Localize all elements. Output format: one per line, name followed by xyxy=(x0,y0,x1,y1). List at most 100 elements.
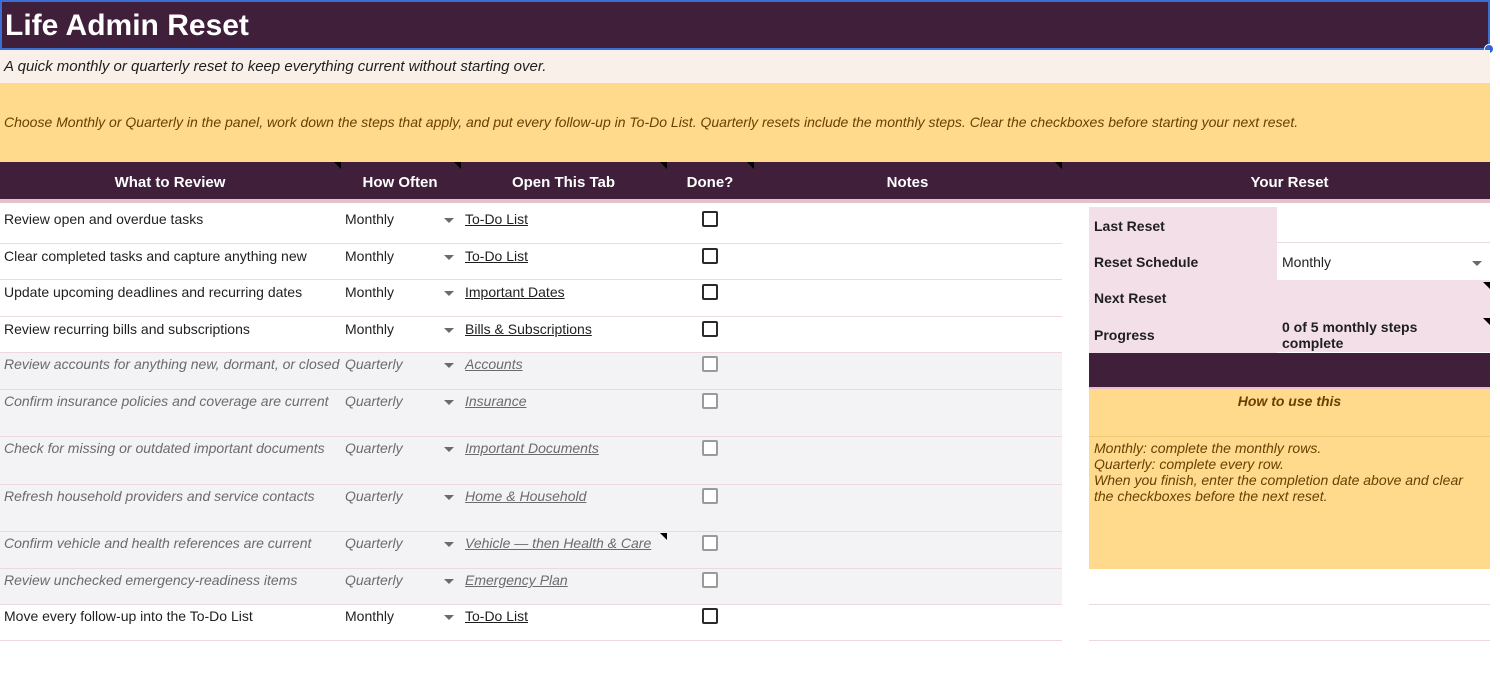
tab-link[interactable]: To-Do List xyxy=(465,248,528,264)
howto-title: How to use this xyxy=(1237,393,1342,409)
dropdown-arrow-icon[interactable] xyxy=(444,579,454,584)
empty-cell[interactable] xyxy=(1089,569,1490,605)
howto-line: When you finish, enter the completion da… xyxy=(1094,472,1463,504)
header-open-this-tab: Open This Tab xyxy=(511,174,616,191)
task-cell[interactable]: Clear completed tasks and capture anythi… xyxy=(4,248,340,264)
done-checkbox[interactable] xyxy=(702,211,718,227)
task-cell[interactable]: Move every follow-up into the To-Do List xyxy=(4,608,340,624)
frequency-dropdown[interactable]: Monthly xyxy=(345,321,394,337)
note-indicator-icon[interactable] xyxy=(1055,162,1062,169)
instructions-text: Choose Monthly or Quarterly in the panel… xyxy=(4,114,1299,130)
frequency-dropdown[interactable]: Monthly xyxy=(345,211,394,227)
header-what-to-review: What to Review xyxy=(114,174,226,191)
reset-schedule-value[interactable]: Monthly xyxy=(1282,254,1331,270)
tab-link[interactable]: Important Documents xyxy=(465,440,599,456)
note-indicator-icon[interactable] xyxy=(660,533,667,540)
done-checkbox[interactable] xyxy=(702,488,718,504)
task-cell[interactable]: Confirm vehicle and health references ar… xyxy=(4,535,340,551)
tab-link[interactable]: To-Do List xyxy=(465,608,528,624)
header-done: Done? xyxy=(686,174,734,191)
done-checkbox[interactable] xyxy=(702,321,718,337)
done-checkbox[interactable] xyxy=(702,535,718,551)
frequency-dropdown[interactable]: Quarterly xyxy=(345,393,403,409)
table-row: Review recurring bills and subscriptions… xyxy=(0,317,1062,353)
frequency-dropdown[interactable]: Quarterly xyxy=(345,440,403,456)
table-row: Move every follow-up into the To-Do List… xyxy=(0,605,1062,641)
table-header-row: What to Review How Often Open This Tab D… xyxy=(0,162,1490,203)
tab-link[interactable]: To-Do List xyxy=(465,211,528,227)
done-checkbox[interactable] xyxy=(702,393,718,409)
page-subtitle: A quick monthly or quarterly reset to ke… xyxy=(4,58,547,75)
dropdown-arrow-icon[interactable] xyxy=(444,542,454,547)
last-reset-label: Last Reset xyxy=(1094,218,1165,234)
dropdown-arrow-icon[interactable] xyxy=(1472,261,1482,266)
done-checkbox[interactable] xyxy=(702,440,718,456)
dropdown-arrow-icon[interactable] xyxy=(444,328,454,333)
title-cell[interactable]: Life Admin Reset xyxy=(0,0,1490,50)
task-cell[interactable]: Review unchecked emergency-readiness ite… xyxy=(4,572,340,588)
dropdown-arrow-icon[interactable] xyxy=(444,291,454,296)
howto-line: Quarterly: complete every row. xyxy=(1094,456,1284,472)
tab-link[interactable]: Accounts xyxy=(465,356,523,372)
task-cell[interactable]: Confirm insurance policies and coverage … xyxy=(4,393,340,409)
done-checkbox[interactable] xyxy=(702,248,718,264)
frequency-dropdown[interactable]: Monthly xyxy=(345,608,394,624)
done-checkbox[interactable] xyxy=(702,284,718,300)
tab-link[interactable]: Vehicle — then Health & Care xyxy=(465,535,651,551)
table-row: Refresh household providers and service … xyxy=(0,485,1062,532)
table-row: Review unchecked emergency-readiness ite… xyxy=(0,569,1062,605)
tab-link[interactable]: Home & Household xyxy=(465,488,586,504)
next-reset-label: Next Reset xyxy=(1094,290,1167,306)
tab-link[interactable]: Emergency Plan xyxy=(465,572,568,588)
page-title: Life Admin Reset xyxy=(5,9,249,42)
table-row: Review open and overdue tasks Monthly To… xyxy=(0,207,1062,244)
empty-cell[interactable] xyxy=(1089,605,1490,641)
subtitle-cell[interactable]: A quick monthly or quarterly reset to ke… xyxy=(0,50,1490,83)
note-indicator-icon[interactable] xyxy=(334,162,341,169)
table-row: Clear completed tasks and capture anythi… xyxy=(0,244,1062,280)
task-cell[interactable]: Review recurring bills and subscriptions xyxy=(4,321,340,337)
frequency-dropdown[interactable]: Monthly xyxy=(345,284,394,300)
divider xyxy=(1089,436,1490,437)
dropdown-arrow-icon[interactable] xyxy=(444,400,454,405)
header-your-reset: Your Reset xyxy=(1250,174,1329,191)
tab-link[interactable]: Important Dates xyxy=(465,284,565,300)
note-indicator-icon[interactable] xyxy=(747,162,754,169)
task-cell[interactable]: Update upcoming deadlines and recurring … xyxy=(4,284,340,300)
note-indicator-icon[interactable] xyxy=(660,162,667,169)
next-reset-cell[interactable] xyxy=(1277,280,1490,316)
dropdown-arrow-icon[interactable] xyxy=(444,495,454,500)
dropdown-arrow-icon[interactable] xyxy=(444,218,454,223)
task-cell[interactable]: Check for missing or outdated important … xyxy=(4,440,340,456)
tab-link[interactable]: Insurance xyxy=(465,393,526,409)
last-reset-input[interactable] xyxy=(1277,207,1490,243)
reset-schedule-label: Reset Schedule xyxy=(1094,254,1199,270)
tab-link[interactable]: Bills & Subscriptions xyxy=(465,321,592,337)
dropdown-arrow-icon[interactable] xyxy=(444,255,454,260)
frequency-dropdown[interactable]: Quarterly xyxy=(345,572,403,588)
done-checkbox[interactable] xyxy=(702,572,718,588)
frequency-dropdown[interactable]: Quarterly xyxy=(345,488,403,504)
table-row: Review accounts for anything new, dorman… xyxy=(0,353,1062,390)
instructions-cell[interactable]: Choose Monthly or Quarterly in the panel… xyxy=(0,83,1490,162)
progress-label: Progress xyxy=(1094,327,1155,343)
dropdown-arrow-icon[interactable] xyxy=(444,363,454,368)
frequency-dropdown[interactable]: Monthly xyxy=(345,248,394,264)
task-cell[interactable]: Review open and overdue tasks xyxy=(4,211,340,227)
header-notes: Notes xyxy=(886,174,929,191)
table-row: Update upcoming deadlines and recurring … xyxy=(0,280,1062,317)
dropdown-arrow-icon[interactable] xyxy=(444,447,454,452)
task-cell[interactable]: Refresh household providers and service … xyxy=(4,488,340,504)
frequency-dropdown[interactable]: Quarterly xyxy=(345,535,403,551)
dropdown-arrow-icon[interactable] xyxy=(444,615,454,620)
task-cell[interactable]: Review accounts for anything new, dorman… xyxy=(4,356,340,372)
header-how-often: How Often xyxy=(362,174,438,191)
done-checkbox[interactable] xyxy=(702,608,718,624)
note-indicator-icon[interactable] xyxy=(1483,318,1490,325)
note-indicator-icon[interactable] xyxy=(1483,282,1490,289)
frequency-dropdown[interactable]: Quarterly xyxy=(345,356,403,372)
table-row: Confirm vehicle and health references ar… xyxy=(0,532,1062,569)
done-checkbox[interactable] xyxy=(702,356,718,372)
panel-divider-band xyxy=(1089,353,1490,389)
note-indicator-icon[interactable] xyxy=(454,162,461,169)
